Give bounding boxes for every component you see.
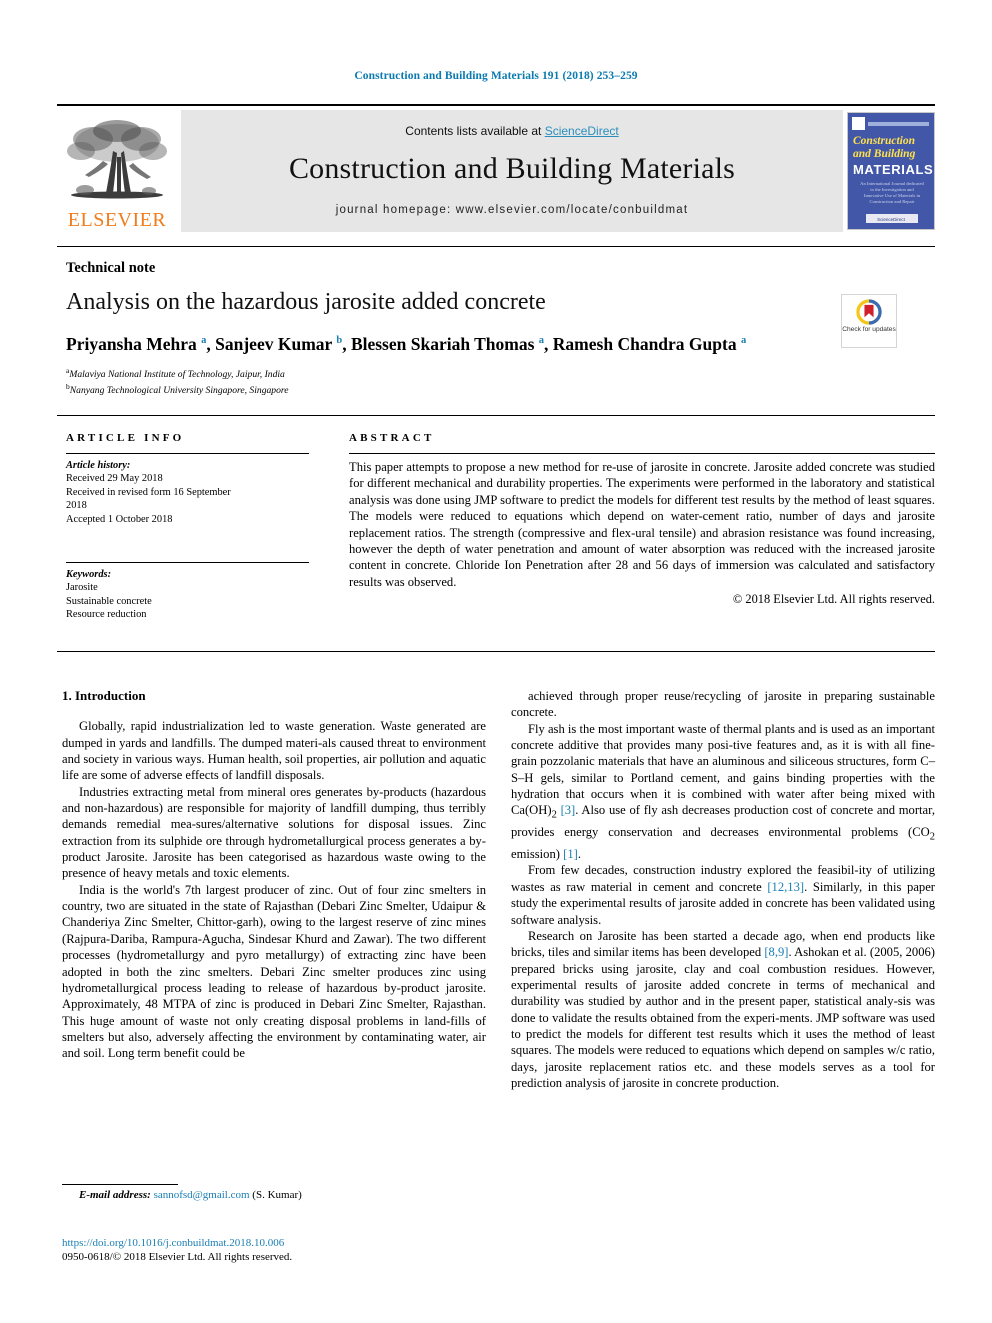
body-paragraph: Fly ash is the most important waste of t…	[511, 721, 935, 862]
elsevier-tree-icon	[63, 117, 171, 209]
article-history-line: Received 29 May 2018	[66, 473, 163, 485]
article-history-line: Accepted 1 October 2018	[66, 513, 173, 525]
journal-title: Construction and Building Materials	[288, 152, 736, 185]
crossmark-label: Check for updates	[842, 326, 896, 333]
affiliation-a: aMalaviya National Institute of Technolo…	[66, 365, 666, 381]
contents-available-line: Contents lists available at ScienceDirec…	[405, 124, 618, 138]
article-history-line: Received in revised form 16 September	[66, 486, 231, 498]
affiliations: aMalaviya National Institute of Technolo…	[66, 365, 666, 398]
keywords-rule	[66, 562, 309, 564]
article-history-heading: Article history:	[66, 460, 131, 471]
keywords-block: Keywords: Jarosite Sustainable concrete …	[66, 562, 309, 622]
body-divider	[57, 651, 935, 652]
page-title: Analysis on the hazardous jarosite added…	[66, 289, 546, 315]
footnote-divider	[62, 1184, 178, 1185]
info-divider	[57, 415, 935, 416]
journal-band: Contents lists available at ScienceDirec…	[181, 110, 843, 232]
article-doctype: Technical note	[66, 260, 156, 276]
contents-prefix: Contents lists available at	[405, 124, 545, 138]
cover-title-line1: Construction	[853, 135, 915, 147]
abstract-text: This paper attempts to propose a new met…	[349, 460, 935, 589]
body-paragraph: Industries extracting metal from mineral…	[62, 784, 486, 881]
abstract-rule	[349, 453, 935, 454]
keyword-item: Sustainable concrete	[66, 595, 152, 607]
section-heading-introduction: 1. Introduction	[62, 688, 146, 703]
cover-footer-label: ScienceDirect	[877, 217, 905, 222]
body-paragraph: achieved through proper reuse/recycling …	[511, 689, 935, 720]
journal-homepage-line[interactable]: journal homepage: www.elsevier.com/locat…	[336, 204, 689, 216]
cover-title-line3: MATERIALS	[853, 162, 934, 177]
body-column-left: 1. Introduction Globally, rapid industri…	[62, 688, 486, 1062]
abstract-column: ABSTRACT This paper attempts to propose …	[349, 432, 935, 607]
paper-page: Construction and Building Materials 191 …	[0, 0, 992, 1323]
title-divider	[57, 246, 935, 247]
keywords-heading: Keywords:	[66, 569, 112, 581]
article-history-line: 2018	[66, 500, 87, 512]
author-list: Priyansha Mehra a, Sanjeev Kumar b, Bles…	[66, 333, 747, 354]
article-info-rule	[66, 453, 309, 454]
elsevier-wordmark: ELSEVIER	[67, 209, 167, 231]
journal-masthead: ELSEVIER Contents lists available at Sci…	[57, 104, 935, 232]
sciencedirect-link[interactable]: ScienceDirect	[545, 124, 619, 138]
email-link[interactable]: sannofsd@gmail.com	[154, 1189, 250, 1201]
keyword-item: Jarosite	[66, 582, 98, 594]
body-paragraph: From few decades, construction industry …	[511, 863, 935, 927]
journal-cover-thumbnail: Construction and Building MATERIALS An I…	[847, 112, 935, 230]
corresponding-email-note: E-mail address: sannofsd@gmail.com (S. K…	[62, 1188, 492, 1202]
cover-title-line2: and Building	[853, 148, 916, 160]
email-label: E-mail address:	[79, 1189, 151, 1201]
affiliation-text-b: Nanyang Technological University Singapo…	[69, 385, 289, 397]
doi-link[interactable]: https://doi.org/10.1016/j.conbuildmat.20…	[62, 1236, 492, 1251]
cover-publisher-mark	[852, 117, 865, 130]
crossmark-badge[interactable]: Check for updates	[841, 294, 897, 348]
keyword-item: Resource reduction	[66, 609, 147, 621]
cover-subtitle: An International Journal dedicated to th…	[860, 181, 924, 204]
abstract-heading: ABSTRACT	[349, 432, 435, 444]
abstract-copyright: © 2018 Elsevier Ltd. All rights reserved…	[732, 592, 935, 607]
crossmark-icon	[856, 299, 882, 325]
body-paragraph: Globally, rapid industrialization led to…	[62, 719, 486, 783]
issn-copyright-line: 0950-0618/© 2018 Elsevier Ltd. All right…	[62, 1251, 293, 1263]
body-paragraph: India is the world's 7th largest produce…	[62, 882, 486, 1061]
body-paragraph: Research on Jarosite has been started a …	[511, 928, 935, 1090]
affiliation-text-a: Malaviya National Institute of Technolog…	[69, 369, 285, 381]
elsevier-logo: ELSEVIER	[57, 110, 177, 232]
body-column-right: achieved through proper reuse/recycling …	[511, 688, 935, 1091]
article-info-heading: ARTICLE INFO	[66, 432, 185, 444]
article-info-column: ARTICLE INFO Article history: Received 2…	[66, 432, 309, 622]
cover-top-bar	[868, 122, 929, 126]
affiliation-b: bNanyang Technological University Singap…	[66, 381, 666, 397]
running-head: Construction and Building Materials 191 …	[354, 70, 638, 82]
email-suffix: (S. Kumar)	[252, 1189, 302, 1201]
